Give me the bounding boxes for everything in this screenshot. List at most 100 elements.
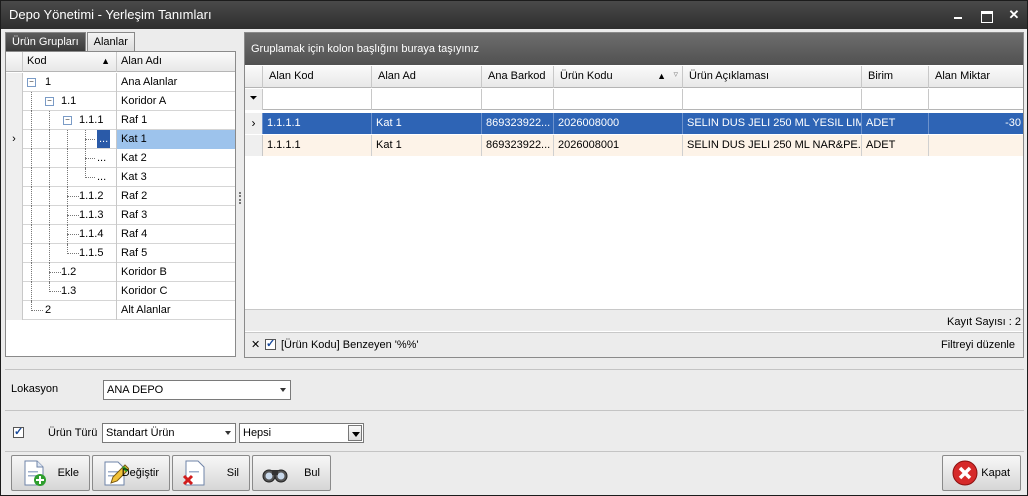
tree-col-kod-label: Kod — [27, 55, 47, 67]
col-ana-barkod[interactable]: Ana Barkod — [482, 66, 554, 88]
col-birim[interactable]: Birim — [862, 66, 929, 88]
edit-filter-link[interactable]: Filtreyi düzenle — [941, 339, 1015, 351]
tree-row[interactable]: − 1.1 Koridor A — [6, 92, 235, 111]
add-button[interactable]: Ekle — [11, 455, 90, 491]
sort-asc-icon: ▲ — [657, 71, 666, 81]
grid-footer: Kayıt Sayısı : 2 — [245, 309, 1023, 331]
cell-birim: ADET — [862, 135, 929, 156]
filter-cell[interactable] — [862, 89, 929, 110]
product-type-combo[interactable]: Standart Ürün — [102, 423, 236, 443]
tab-urun-gruplari[interactable]: Ürün Grupları — [5, 32, 86, 51]
tree-kod-cell: 1.3 — [23, 282, 117, 301]
delete-button[interactable]: Sil — [172, 455, 250, 491]
tree-row[interactable]: 1.1.4 Raf 4 — [6, 225, 235, 244]
col-urun-kodu[interactable]: Ürün Kodu ▲ ▿ — [554, 66, 683, 88]
tree-row[interactable]: ... Kat 2 — [6, 149, 235, 168]
col-alan-kod[interactable]: Alan Kod — [263, 66, 372, 88]
grid-header: Alan Kod Alan Ad Ana Barkod Ürün Kodu ▲ ▿ … — [245, 66, 1023, 88]
tree-row[interactable]: ... Kat 3 — [6, 168, 235, 187]
filter-cell[interactable] — [683, 89, 862, 110]
tree-kod: 1.1 — [61, 95, 77, 107]
cell-urun-kodu: 2026008001 — [554, 135, 683, 156]
filter-cell[interactable] — [554, 89, 683, 110]
tree-row[interactable]: 1.3 Koridor C — [6, 282, 235, 301]
panel-splitter[interactable] — [238, 32, 242, 358]
close-icon[interactable]: ✕ — [1007, 8, 1021, 22]
dropdown-button[interactable] — [348, 425, 362, 441]
filter-cell[interactable] — [929, 89, 1023, 110]
edit-button-label: Değiştir — [121, 467, 159, 479]
tree-col-kod[interactable]: Kod ▲ — [23, 52, 117, 72]
tree-row-selected[interactable]: › ... Kat 1 — [6, 130, 235, 149]
edit-button[interactable]: Değiştir — [92, 455, 170, 491]
row-indicator — [6, 301, 23, 320]
find-button-label: Bul — [304, 467, 320, 479]
location-combo[interactable]: ANA DEPO — [103, 380, 291, 400]
cell-alan-kod: 1.1.1.1 — [263, 135, 372, 156]
row-indicator — [6, 149, 23, 168]
minimize-icon[interactable] — [951, 8, 965, 22]
row-pointer-icon: › — [245, 113, 263, 134]
tree-kod-cell: − 1.1 — [23, 92, 117, 111]
product-subtype-combo[interactable]: Hepsi — [239, 423, 364, 443]
auto-filter-row: ⏷ — [245, 89, 1023, 110]
grid-row[interactable]: 1.1.1.1 Kat 1 869323922... 2026008001 SE… — [245, 135, 1023, 156]
tree-row[interactable]: 1.2 Koridor B — [6, 263, 235, 282]
delete-document-icon — [182, 460, 205, 486]
collapse-icon[interactable]: − — [45, 97, 54, 106]
product-type-checkbox[interactable] — [13, 425, 24, 438]
filter-icon[interactable]: ▿ — [673, 66, 678, 85]
tab-alanlar[interactable]: Alanlar — [86, 32, 135, 51]
clear-filter-icon[interactable]: ✕ — [251, 338, 260, 351]
chevron-down-icon — [225, 431, 231, 435]
product-subtype-value: Hepsi — [243, 427, 272, 439]
grid-row-selected[interactable]: › 1.1.1.1 Kat 1 869323922... 2026008000 … — [245, 113, 1023, 134]
row-indicator — [6, 282, 23, 301]
tree-kod: 1.1.4 — [79, 228, 104, 240]
tree-row[interactable]: − 1 Ana Alanlar — [6, 73, 235, 92]
cell-alan-ad: Kat 1 — [372, 135, 482, 156]
row-indicator — [6, 168, 23, 187]
row-indicator — [6, 244, 23, 263]
close-button-label: Kapat — [981, 467, 1010, 479]
filter-row-icon: ⏷ — [245, 89, 263, 110]
row-indicator — [6, 263, 23, 282]
grid-indicator-header — [245, 66, 263, 88]
filter-active-checkbox[interactable] — [265, 337, 276, 350]
tree-row[interactable]: − 1.1.1 Raf 1 — [6, 111, 235, 130]
col-alan-ad[interactable]: Alan Ad — [372, 66, 482, 88]
maximize-icon[interactable] — [979, 8, 993, 23]
tree-row[interactable]: 1.1.2 Raf 2 — [6, 187, 235, 206]
cell-urun-aciklamasi: SELIN DUS JELI 250 ML NAR&PE... — [683, 135, 862, 156]
tree-row[interactable]: 1.1.5 Raf 5 — [6, 244, 235, 263]
cell-alan-miktar — [929, 135, 1023, 156]
tree-col-ad[interactable]: Alan Adı — [117, 52, 235, 72]
filter-text[interactable]: [Ürün Kodu] Benzeyen '%%' — [281, 339, 419, 351]
tree-row[interactable]: 2 Alt Alanlar — [6, 301, 235, 320]
tree-kod-cell: 1.1.2 — [23, 187, 117, 206]
filter-cell[interactable] — [482, 89, 554, 110]
tree-kod-cell: 1.1.3 — [23, 206, 117, 225]
close-button[interactable]: Kapat — [942, 455, 1021, 491]
find-button[interactable]: Bul — [252, 455, 331, 491]
row-indicator — [6, 206, 23, 225]
cell-birim: ADET — [862, 113, 929, 134]
filter-cell[interactable] — [263, 89, 372, 110]
tree-indicator-header — [6, 52, 23, 72]
tree-ad: Ana Alanlar — [121, 76, 178, 88]
filter-cell[interactable] — [372, 89, 482, 110]
collapse-icon[interactable]: − — [63, 116, 72, 125]
tree-kod-cell: ... — [23, 168, 117, 187]
group-panel[interactable]: Gruplamak için kolon başlığını buraya ta… — [245, 33, 1023, 65]
tree-kod-cell: ... — [23, 130, 117, 149]
cell-alan-miktar: -30 — [1005, 117, 1021, 129]
collapse-icon[interactable]: − — [27, 78, 36, 87]
tree-row[interactable]: 1.1.3 Raf 3 — [6, 206, 235, 225]
tree-col-ad-label: Alan Adı — [121, 55, 162, 67]
tree-kod-cell: − 1 — [23, 73, 117, 92]
cell-ana-barkod: 869323922... — [482, 135, 554, 156]
col-alan-miktar[interactable]: Alan Miktar — [929, 66, 1023, 88]
tree-ad: Raf 1 — [121, 114, 148, 126]
col-urun-aciklamasi[interactable]: Ürün Açıklaması — [683, 66, 862, 88]
add-button-label: Ekle — [57, 467, 79, 479]
